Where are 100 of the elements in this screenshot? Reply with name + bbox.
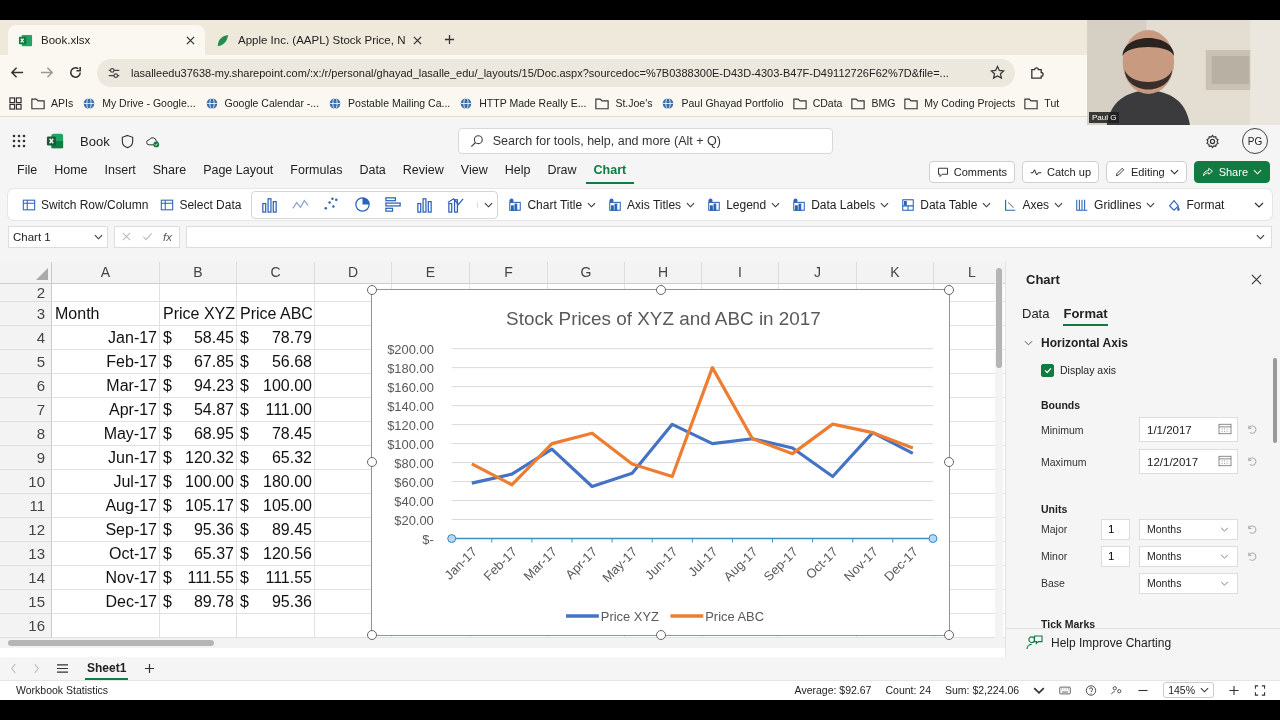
forward-icon[interactable] bbox=[39, 65, 54, 80]
bookmark[interactable]: Paul Ghayad Portfolio bbox=[661, 96, 784, 110]
bookmark[interactable]: Tut bbox=[1024, 96, 1060, 110]
column-header[interactable]: C bbox=[237, 261, 315, 284]
column-header[interactable]: E bbox=[392, 261, 470, 284]
row-header[interactable]: 7 bbox=[0, 397, 52, 422]
insert-function-button[interactable]: fx bbox=[163, 230, 172, 243]
zoom-in-icon[interactable] bbox=[1228, 684, 1240, 696]
pane-tab[interactable]: Format bbox=[1063, 305, 1108, 326]
resize-handle[interactable] bbox=[655, 629, 666, 640]
row-header[interactable]: 5 bbox=[0, 349, 52, 374]
menu-tab[interactable]: Page Layout bbox=[195, 159, 282, 185]
bookmark[interactable]: My Drive - Google... bbox=[82, 96, 196, 110]
add-sheet-icon[interactable] bbox=[144, 662, 156, 674]
ribbon-button[interactable]: Data Labels bbox=[790, 197, 892, 212]
column-header[interactable]: B bbox=[160, 261, 237, 284]
header-button[interactable]: Share bbox=[1193, 161, 1270, 183]
close-icon[interactable] bbox=[413, 35, 423, 45]
ribbon-button[interactable]: Chart Title bbox=[506, 197, 599, 212]
address-bar[interactable]: lasalleedu37638-my.sharepoint.com/:x:/r/personal/ghayad_lasalle_edu/_layouts/15/Doc.aspx?sourcedoc=%7B0388300E-D43D-4303-B47F-D49112726F62%7D&file=... bbox=[97, 58, 1015, 87]
vertical-scrollbar[interactable] bbox=[1273, 357, 1277, 443]
site-settings-icon[interactable] bbox=[107, 65, 121, 80]
row-header[interactable]: 3 bbox=[0, 301, 52, 326]
x-axis[interactable] bbox=[447, 533, 938, 543]
menu-tab[interactable]: Help bbox=[496, 159, 539, 185]
column-header[interactable]: L bbox=[934, 261, 1005, 284]
bookmark[interactable]: CData bbox=[792, 96, 843, 110]
column-header[interactable]: G bbox=[548, 261, 625, 284]
menu-tab[interactable]: File bbox=[17, 159, 46, 185]
resize-handle[interactable] bbox=[944, 284, 954, 295]
menu-tab[interactable]: Review bbox=[394, 159, 452, 185]
ribbon-button[interactable]: Legend bbox=[705, 197, 783, 212]
keyboard-icon[interactable] bbox=[1059, 684, 1072, 696]
data-line[interactable] bbox=[471, 365, 914, 487]
row-header[interactable]: 12 bbox=[0, 517, 52, 542]
column-header[interactable]: K bbox=[857, 261, 934, 284]
unit-dropdown[interactable]: Months bbox=[1139, 572, 1238, 594]
vertical-scrollbar[interactable] bbox=[996, 267, 1002, 368]
browser-tab[interactable]: Book.xlsx bbox=[8, 25, 205, 55]
row-header[interactable]: 13 bbox=[0, 541, 52, 566]
section-header[interactable]: Horizontal Axis bbox=[1024, 335, 1280, 350]
calendar-icon[interactable] bbox=[1218, 423, 1232, 436]
checkbox[interactable] bbox=[1041, 363, 1054, 377]
resize-handle[interactable] bbox=[367, 457, 377, 468]
unit-dropdown[interactable]: Months bbox=[1139, 518, 1238, 540]
row-header[interactable]: 9 bbox=[0, 445, 52, 470]
settings-icon[interactable] bbox=[1205, 133, 1220, 149]
search-field[interactable]: Search for tools, help, and more (Alt + Q) bbox=[457, 128, 833, 155]
bookmark[interactable]: APIs bbox=[31, 96, 74, 110]
collapse-caret-icon[interactable] bbox=[1254, 201, 1264, 208]
header-button[interactable]: Comments bbox=[928, 161, 1015, 183]
reload-icon[interactable] bbox=[68, 65, 83, 80]
bookmark[interactable]: Google Calendar -... bbox=[204, 96, 320, 110]
section-header[interactable]: Tick Marks bbox=[1041, 617, 1280, 628]
combo-chart-icon[interactable] bbox=[446, 195, 466, 215]
menu-tab[interactable]: Share bbox=[144, 159, 195, 185]
ribbon-button[interactable]: Data Table bbox=[899, 197, 994, 212]
new-tab-icon[interactable] bbox=[444, 34, 456, 45]
column-header[interactable]: A bbox=[52, 261, 160, 284]
puzzle-icon[interactable] bbox=[1029, 65, 1044, 80]
number-field[interactable]: 1 bbox=[1101, 518, 1130, 540]
row-header[interactable]: 11 bbox=[0, 493, 52, 518]
row-header[interactable]: 8 bbox=[0, 421, 52, 446]
browser-tab[interactable]: Apple Inc. (AAPL) Stock Price, N bbox=[205, 25, 433, 55]
ribbon-button[interactable]: Select Data bbox=[158, 197, 244, 212]
ribbon-button[interactable]: Switch Row/Column bbox=[20, 197, 151, 212]
check-icon[interactable] bbox=[142, 231, 153, 243]
ribbon-button[interactable]: Axes bbox=[1001, 197, 1066, 212]
horizontal-scrollbar[interactable] bbox=[8, 639, 214, 646]
bookmark[interactable]: My Coding Projects bbox=[904, 96, 1016, 110]
fullscreen-icon[interactable] bbox=[1254, 684, 1266, 696]
ribbon-button[interactable]: Gridlines bbox=[1073, 197, 1158, 212]
resize-handle[interactable] bbox=[367, 629, 377, 640]
pane-tab[interactable]: Data bbox=[1022, 305, 1050, 326]
menu-tab[interactable]: Home bbox=[46, 159, 96, 185]
menu-tab[interactable]: Formulas bbox=[282, 159, 351, 185]
column-chart-icon[interactable] bbox=[415, 195, 435, 215]
column-header[interactable]: F bbox=[470, 261, 548, 284]
chart-title[interactable]: Stock Prices of XYZ and ABC in 2017 bbox=[506, 307, 821, 329]
column-header[interactable]: H bbox=[625, 261, 702, 284]
expand-caret-icon[interactable] bbox=[1256, 233, 1265, 240]
number-field[interactable]: 1 bbox=[1101, 545, 1130, 567]
back-icon[interactable] bbox=[10, 65, 25, 80]
row-header[interactable]: 14 bbox=[0, 565, 52, 590]
app-launcher-icon[interactable] bbox=[12, 134, 26, 149]
header-button[interactable]: Editing bbox=[1106, 161, 1187, 183]
header-button[interactable]: Catch up bbox=[1021, 161, 1099, 183]
date-field[interactable]: 1/1/2017 bbox=[1139, 417, 1238, 443]
menu-tab[interactable]: Data bbox=[351, 159, 394, 185]
legend-item[interactable]: Price XYZ bbox=[566, 608, 659, 624]
help-icon[interactable] bbox=[1085, 684, 1098, 696]
legend-item[interactable]: Price ABC bbox=[670, 608, 765, 624]
row-header[interactable]: 15 bbox=[0, 589, 52, 614]
people-icon[interactable] bbox=[1111, 684, 1124, 696]
row-header[interactable]: 6 bbox=[0, 373, 52, 398]
unit-dropdown[interactable]: Months bbox=[1139, 545, 1238, 567]
bar-chart-icon[interactable] bbox=[384, 195, 404, 215]
pie-chart-icon[interactable] bbox=[353, 195, 373, 215]
ribbon-button[interactable]: Axis Titles bbox=[606, 197, 698, 212]
menu-tab[interactable]: View bbox=[452, 159, 496, 185]
